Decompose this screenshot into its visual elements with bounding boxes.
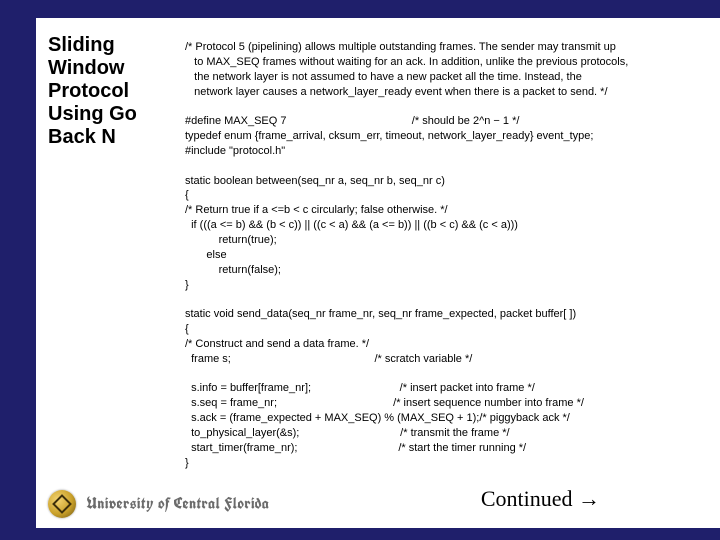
protocol-code: /* Protocol 5 (pipelining) allows multip… <box>185 40 705 470</box>
bottom-accent-bar <box>0 528 720 540</box>
left-accent-bar <box>0 0 36 540</box>
ucf-seal-icon <box>48 490 76 518</box>
seal-inner-icon <box>52 494 72 514</box>
slide-title: Sliding Window Protocol Using Go Back N <box>48 34 178 149</box>
university-name: University of Central Florida <box>86 494 269 514</box>
footer: University of Central Florida <box>48 490 269 518</box>
continued-label: Continued → <box>481 486 600 512</box>
top-accent-bar <box>0 0 720 18</box>
